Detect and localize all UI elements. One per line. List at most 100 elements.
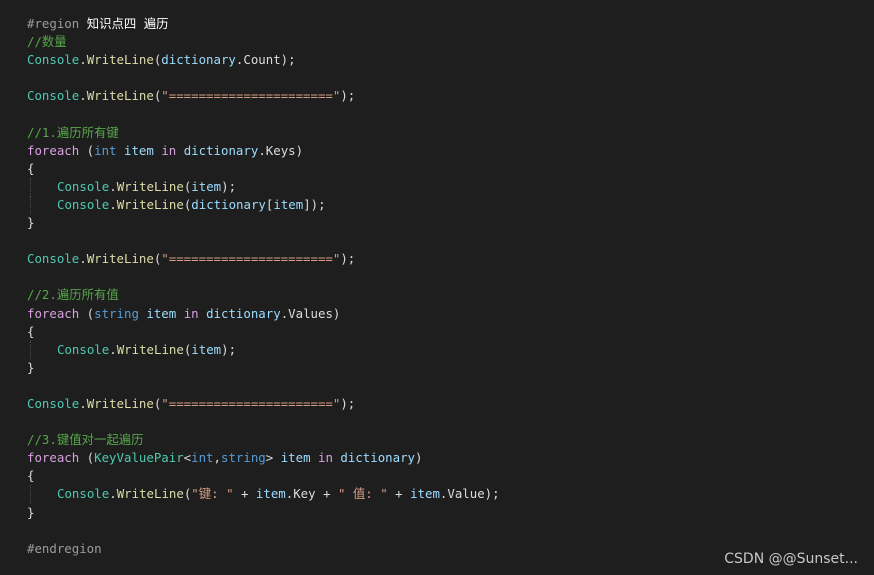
code-token: item [124, 142, 154, 158]
code-line[interactable]: Console.WriteLine(item); [0, 340, 874, 359]
watermark: CSDN @@Sunset... [724, 551, 858, 567]
code-token: string [94, 305, 139, 321]
code-token: Console [57, 341, 110, 357]
code-token: foreach [27, 450, 80, 466]
code-line[interactable] [0, 413, 874, 431]
code-line[interactable]: { [0, 467, 874, 485]
code-line[interactable]: Console.WriteLine("=====================… [0, 395, 874, 413]
code-token: ); [340, 88, 356, 104]
code-token: "======================" [161, 251, 341, 267]
code-token: + [387, 486, 411, 502]
code-line[interactable]: Console.WriteLine(dictionary.Count); [0, 51, 874, 69]
code-token: Console [57, 178, 110, 194]
code-line[interactable] [0, 522, 874, 540]
code-line[interactable]: foreach (string item in dictionary.Value… [0, 305, 874, 323]
code-line[interactable] [0, 232, 874, 250]
code-token: int [191, 450, 214, 466]
code-token: KeyValuePair [94, 450, 184, 466]
indent-guide [30, 177, 31, 196]
code-line[interactable]: Console.WriteLine(item); [0, 177, 874, 196]
code-token: foreach [27, 305, 80, 321]
code-line[interactable]: } [0, 504, 874, 522]
code-token: .Values) [280, 305, 341, 321]
code-line[interactable]: //2.遍历所有值 [0, 286, 874, 304]
code-token: item [255, 486, 286, 502]
code-token: //1.遍历所有键 [27, 124, 119, 140]
code-line[interactable]: } [0, 359, 874, 377]
code-token: ); [340, 251, 356, 267]
code-line[interactable]: Console.WriteLine("键: " + item.Key + " 值… [0, 485, 874, 504]
code-line[interactable]: #region 知识点四 遍历 [0, 15, 874, 33]
code-token: "键: " [191, 486, 234, 502]
code-token: int [94, 142, 117, 158]
code-token: ( [79, 450, 95, 466]
code-line[interactable]: //1.遍历所有键 [0, 124, 874, 142]
code-token: } [27, 215, 35, 231]
code-token: #region [27, 16, 87, 31]
code-token: .Value); [439, 486, 500, 502]
code-token: foreach [27, 142, 80, 158]
code-token: .Count); [235, 52, 296, 68]
code-token: WriteLine [86, 395, 154, 411]
code-line[interactable]: { [0, 323, 874, 341]
code-token: . [109, 178, 117, 194]
code-line[interactable] [0, 268, 874, 286]
code-token: , [213, 450, 221, 466]
code-line[interactable]: } [0, 214, 874, 232]
code-token: ( [79, 305, 95, 321]
code-token: ); [221, 341, 237, 357]
code-line[interactable]: foreach (int item in dictionary.Keys) [0, 142, 874, 160]
code-line[interactable]: //数量 [0, 33, 874, 51]
code-line[interactable]: foreach (KeyValuePair<int,string> item i… [0, 449, 874, 467]
code-token: ( [79, 142, 95, 158]
code-token: } [27, 504, 35, 520]
code-token: . [79, 88, 87, 104]
code-line[interactable]: Console.WriteLine("=====================… [0, 250, 874, 268]
code-token: Console [27, 88, 80, 104]
code-token: . [109, 341, 117, 357]
code-token: dictionary [340, 450, 415, 466]
code-token: ); [221, 178, 237, 194]
code-token: "======================" [161, 395, 341, 411]
code-token: ) [415, 450, 423, 466]
code-token: item [146, 305, 177, 321]
code-token: } [27, 359, 35, 375]
code-token: .Key + [285, 486, 338, 502]
code-line[interactable]: Console.WriteLine("=====================… [0, 87, 874, 105]
code-token: in [161, 142, 177, 158]
code-token: WriteLine [86, 52, 154, 68]
indent-guide [30, 195, 31, 215]
code-line[interactable]: Console.WriteLine(dictionary[item]); [0, 195, 874, 215]
code-token: ); [340, 395, 356, 411]
indent-guide [30, 340, 31, 359]
code-editor[interactable]: #region 知识点四 遍历//数量 Console.WriteLine(dic… [0, 0, 874, 575]
code-token: Console [57, 486, 110, 502]
code-token: string [221, 450, 266, 466]
code-token: WriteLine [116, 486, 184, 502]
code-token: { [27, 160, 35, 176]
code-token: //3.键值对一起遍历 [27, 432, 144, 448]
code-token: in [183, 305, 199, 321]
code-line[interactable]: { [0, 160, 874, 178]
code-token: Console [27, 395, 80, 411]
code-token: dictionary [206, 305, 281, 321]
code-token: //数量 [27, 34, 67, 50]
code-token: WriteLine [86, 88, 154, 104]
code-token: item [273, 196, 304, 212]
code-line[interactable]: //3.键值对一起遍历 [0, 431, 874, 449]
code-token: item [280, 450, 311, 466]
indent-guide [30, 485, 31, 504]
code-token: //2.遍历所有值 [27, 287, 119, 303]
code-token: Console [27, 52, 80, 68]
code-token: 知识点四 遍历 [86, 16, 169, 31]
code-line[interactable] [0, 377, 874, 395]
code-token: item [191, 178, 222, 194]
code-token: . [79, 52, 87, 68]
code-line[interactable] [0, 105, 874, 123]
code-token: . [79, 395, 87, 411]
code-line[interactable] [0, 69, 874, 87]
